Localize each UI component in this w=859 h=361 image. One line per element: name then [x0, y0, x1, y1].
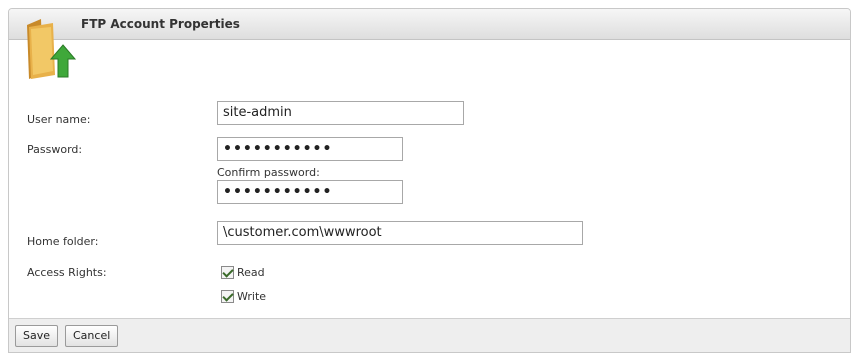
read-label: Read [237, 266, 265, 279]
password-input[interactable]: ••••••••••• [217, 137, 403, 161]
read-checkbox-row[interactable]: Read [221, 266, 265, 279]
confirm-password-label: Confirm password: [217, 166, 320, 179]
panel-header: FTP Account Properties [9, 9, 850, 40]
access-rights-label: Access Rights: [27, 266, 107, 279]
save-button[interactable]: Save [15, 325, 59, 347]
ftp-account-panel: FTP Account Properties User name: site-a… [8, 8, 851, 353]
write-label: Write [237, 290, 267, 303]
home-folder-input[interactable]: \customer.com\wwwroot [217, 221, 583, 245]
home-folder-label: Home folder: [27, 235, 99, 248]
read-checkbox[interactable] [221, 266, 234, 279]
panel-footer: Save Cancel [9, 318, 850, 352]
password-label: Password: [27, 143, 83, 156]
confirm-password-input[interactable]: ••••••••••• [217, 180, 403, 204]
folder-upload-icon [27, 19, 77, 79]
cancel-button[interactable]: Cancel [65, 325, 119, 347]
panel-title: FTP Account Properties [81, 17, 240, 31]
write-checkbox-row[interactable]: Write [221, 290, 266, 303]
username-label: User name: [27, 113, 91, 126]
username-input[interactable]: site-admin [217, 101, 464, 125]
write-checkbox[interactable] [221, 290, 234, 303]
